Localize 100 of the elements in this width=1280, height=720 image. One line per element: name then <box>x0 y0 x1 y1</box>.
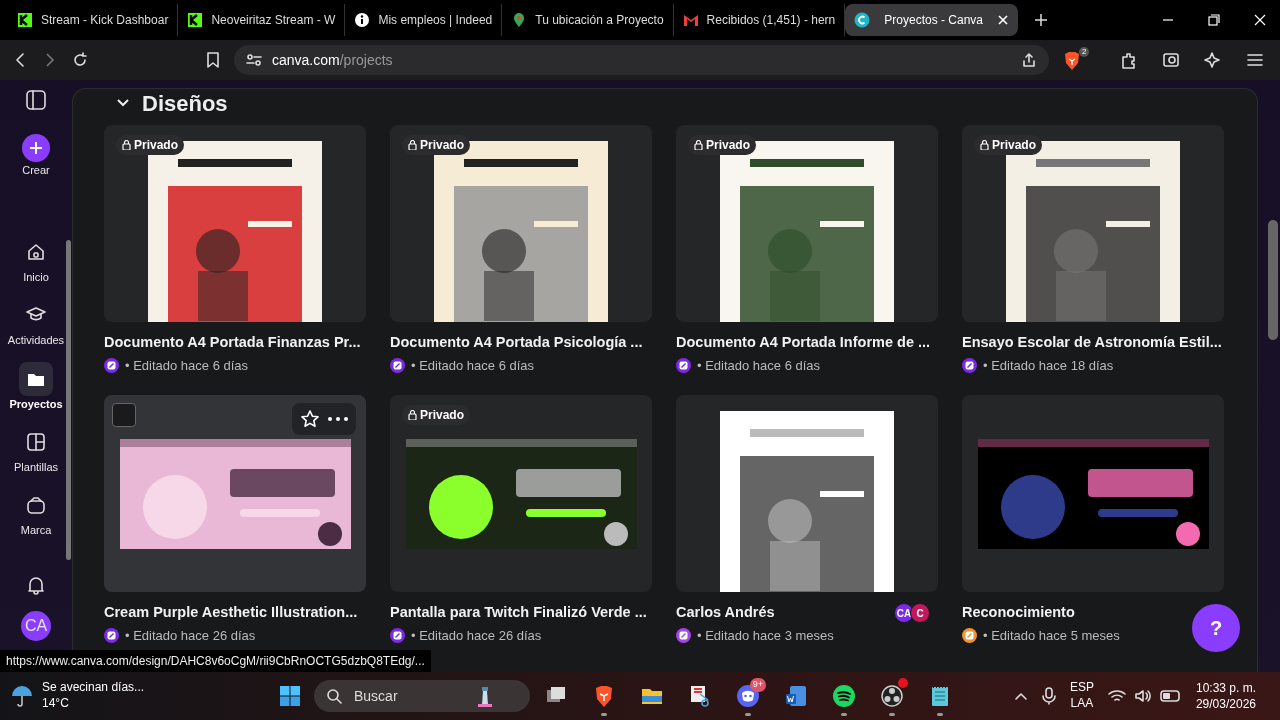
status-url: https://www.canva.com/design/DAHC8v6oCgM/rii9CbRnOCTG5dzbQ8TEdg/... <box>0 650 431 672</box>
address-bar[interactable]: canva.com/projects <box>234 45 1049 75</box>
design-title[interactable]: Documento A4 Portada Finanzas Pr... <box>104 332 361 354</box>
lock-icon <box>694 140 703 150</box>
url-text: canva.com/projects <box>272 50 393 70</box>
design-thumbnail[interactable]: Privado <box>104 125 366 322</box>
design-title[interactable]: Carlos Andrés <box>676 602 775 625</box>
browser-tab[interactable]: Proyectos - Canva <box>845 4 1018 36</box>
taskbar-app[interactable]: 9+ <box>728 676 768 716</box>
bookmark-icon[interactable] <box>206 52 220 68</box>
browser-tab[interactable]: Tu ubicación a Proyecto <box>502 4 674 36</box>
kick-icon <box>187 12 204 28</box>
menu-icon[interactable] <box>1246 51 1264 69</box>
edited-time: • Editado hace 26 días <box>125 628 256 644</box>
close-icon[interactable] <box>997 14 1009 26</box>
site-settings-icon[interactable] <box>246 53 262 67</box>
design-title[interactable]: Reconocimiento <box>962 602 1075 625</box>
wallet-icon[interactable] <box>1162 51 1180 69</box>
canva-icon <box>854 12 871 28</box>
windows-icon <box>279 685 301 707</box>
search-icon <box>326 688 342 704</box>
notification-badge: 9+ <box>749 678 766 692</box>
microphone-icon[interactable] <box>1041 687 1056 705</box>
lock-icon <box>122 140 131 150</box>
scissors-icon <box>688 684 712 708</box>
battery-icon[interactable] <box>1159 690 1182 702</box>
sidebar-item[interactable]: Actividades <box>0 298 72 348</box>
select-checkbox[interactable] <box>112 403 136 428</box>
wifi-icon[interactable] <box>1107 689 1126 703</box>
sparkle-icon[interactable] <box>1204 51 1222 69</box>
design-thumbnail[interactable]: Privado <box>676 125 938 322</box>
bell-icon[interactable] <box>26 575 46 596</box>
design-thumbnail[interactable]: Privado <box>962 125 1224 322</box>
edited-time: • Editado hace 18 días <box>983 357 1114 374</box>
design-title[interactable]: Documento A4 Portada Psicología ... <box>390 332 643 354</box>
design-title[interactable]: Ensayo Escolar de Astronomía Estil... <box>962 332 1222 354</box>
design-thumbnail[interactable] <box>104 395 366 593</box>
lock-icon <box>980 140 989 150</box>
user-avatar[interactable]: CA <box>21 611 51 642</box>
design-title[interactable]: Cream Purple Aesthetic Illustration... <box>104 602 358 625</box>
scrollbar-thumb[interactable] <box>1268 220 1278 340</box>
collaborator-avatar: CA <box>894 603 914 624</box>
edited-time: • Editado hace 26 días <box>411 628 542 644</box>
sidebar-scrollbar[interactable] <box>66 240 71 560</box>
edited-time: • Editado hace 3 meses <box>697 628 834 644</box>
record-icon <box>880 684 904 708</box>
lock-icon <box>408 140 417 150</box>
design-title[interactable]: Documento A4 Portada Informe de ... <box>676 332 931 354</box>
create-button[interactable]: Crear <box>0 134 72 178</box>
design-thumbnail[interactable]: Privado <box>390 395 652 593</box>
kick-icon <box>17 12 33 28</box>
clock[interactable]: 10:33 p. m. 29/03/2026 <box>1195 679 1270 713</box>
design-title[interactable]: Pantalla para Twitch Finalizó Verde ... <box>390 602 647 625</box>
share-icon[interactable] <box>1021 52 1037 68</box>
private-badge: Privado <box>974 135 1042 155</box>
private-badge: Privado <box>688 135 756 155</box>
weather-title[interactable]: Se avecinan días... <box>42 680 145 696</box>
edited-time: • Editado hace 5 meses <box>983 628 1120 644</box>
sidebar-toggle-icon[interactable] <box>26 90 46 110</box>
edited-time: • Editado hace 6 días <box>697 357 821 374</box>
collaborator-avatar: C <box>910 603 930 624</box>
plus-icon <box>29 141 43 155</box>
umbrella-icon <box>10 684 34 708</box>
section-title: Diseños <box>142 89 228 118</box>
lock-icon <box>408 410 417 421</box>
design-thumbnail[interactable] <box>676 395 938 593</box>
close-icon[interactable] <box>1254 14 1266 26</box>
restore-icon[interactable] <box>1208 14 1220 26</box>
reload-icon[interactable] <box>72 52 88 68</box>
brand-kit-icon <box>26 494 46 515</box>
language-indicator[interactable]: ESP LAA <box>1069 680 1094 712</box>
design-thumbnail[interactable]: Privado <box>390 125 652 322</box>
sidebar-item[interactable]: Marca <box>0 487 72 538</box>
browser-tab[interactable]: Neoveiritaz Stream - W <box>178 4 346 36</box>
edited-time: • Editado hace 6 días <box>411 357 535 374</box>
sidebar-item[interactable]: Plantillas <box>0 424 72 474</box>
search-field[interactable]: Buscar <box>354 685 464 707</box>
lighthouse-icon <box>476 685 494 707</box>
info-icon <box>354 12 371 28</box>
sidebar-item[interactable]: Inicio <box>0 235 72 285</box>
puzzle-icon[interactable] <box>1120 51 1138 69</box>
volume-icon[interactable] <box>1133 689 1152 703</box>
private-badge: Privado <box>402 405 470 426</box>
edited-time: • Editado hace 6 días <box>125 357 249 374</box>
private-badge: Privado <box>116 135 184 155</box>
document-icon <box>784 684 808 708</box>
temperature: 14°C <box>42 696 70 712</box>
browser-tab[interactable]: Stream - Kick Dashboar <box>8 4 179 36</box>
private-badge: Privado <box>402 135 470 155</box>
browser-tab[interactable]: Mis empleos | Indeed <box>345 4 503 36</box>
lion-icon <box>1063 50 1081 71</box>
star-icon <box>300 409 320 430</box>
layout-icon <box>26 431 46 452</box>
more-icon <box>328 417 348 422</box>
mail-icon <box>682 12 699 28</box>
new-tab-icon[interactable] <box>1034 13 1048 27</box>
badge-count: 2 <box>1079 47 1090 57</box>
design-thumbnail[interactable] <box>962 395 1224 593</box>
search-bar[interactable]: Buscar <box>314 680 530 712</box>
home-icon <box>26 242 46 263</box>
